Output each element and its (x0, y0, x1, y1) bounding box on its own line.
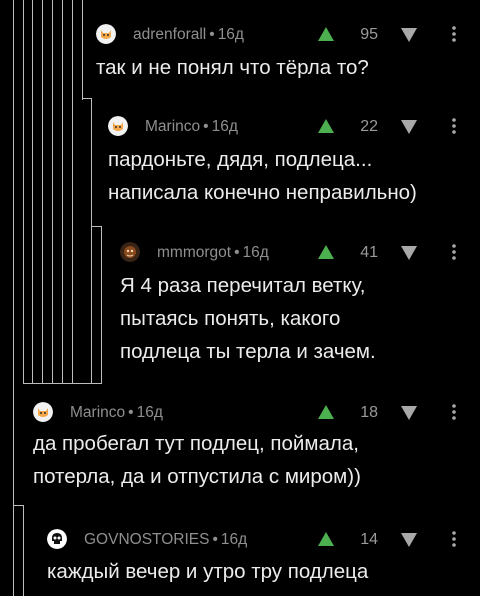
score: 95 (360, 26, 378, 43)
more-options-icon[interactable] (448, 115, 460, 137)
comment: Marinco • 16д 22 пардоньте, дядя, подлеца.… (108, 114, 480, 214)
author-name[interactable]: mmmorgot (157, 244, 231, 261)
upvote-button[interactable] (315, 25, 337, 43)
comment-meta: GOVNOSTORIES • 16д (84, 531, 247, 549)
upvote-button[interactable] (315, 403, 337, 421)
thread-line (72, 0, 73, 384)
comment-text-line: Я 4 раза перечитал ветку, (120, 274, 366, 297)
comment-header: Marinco • 16д 22 (108, 114, 480, 138)
downvote-arrow-icon (401, 246, 417, 260)
score: 18 (360, 404, 378, 421)
more-options-icon[interactable] (448, 401, 460, 423)
comment-header: adrenforall • 16д 95 (96, 22, 480, 46)
thread-line (101, 226, 102, 384)
score: 22 (360, 118, 378, 135)
thread-line (82, 0, 83, 100)
upvote-button[interactable] (315, 117, 337, 135)
cat-face-avatar-icon[interactable] (96, 24, 116, 44)
thread-line-connector (23, 383, 102, 384)
comment-text: каждый вечер и утро тру подлеца (47, 555, 460, 588)
score: 14 (360, 531, 378, 548)
thread-line (52, 0, 53, 384)
downvote-arrow-icon (401, 120, 417, 134)
downvote-button[interactable] (398, 26, 420, 44)
upvote-arrow-icon (318, 27, 334, 41)
thread-line (13, 0, 14, 596)
comment-meta: Marinco • 16д (145, 118, 238, 136)
score: 41 (360, 244, 378, 261)
thread-line-connector (13, 505, 24, 506)
comment: adrenforall • 16д 95 так и не понял что тё… (96, 22, 480, 92)
comment-text: пардоньте, дядя, подлеца... написала кон… (108, 143, 460, 209)
comment-text-line: каждый вечер и утро тру подлеца (47, 560, 369, 583)
cat-face-avatar-icon[interactable] (108, 116, 128, 136)
more-options-icon[interactable] (448, 23, 460, 45)
thread-line (23, 0, 24, 384)
comment-text: так и не понял что тёрла то? (96, 51, 460, 84)
comment-time: 16д (211, 118, 238, 135)
thread-line (42, 0, 43, 384)
skull-avatar-icon[interactable] (47, 529, 67, 549)
comment-text-line: написала конечно неправильно) (108, 181, 417, 204)
cat-face-avatar-icon[interactable] (33, 402, 53, 422)
thread-line-connector (82, 98, 92, 99)
comment-text-line: так и не понял что тёрла то? (96, 56, 369, 79)
comment-time: 16д (217, 26, 244, 43)
downvote-arrow-icon (401, 28, 417, 42)
upvote-arrow-icon (318, 405, 334, 419)
thread-line (32, 0, 33, 384)
meta-separator: • (209, 26, 215, 43)
comment: Marinco • 16д 18 да пробегал тут подлец, п… (33, 400, 480, 500)
meta-separator: • (234, 244, 240, 261)
downvote-button[interactable] (398, 244, 420, 262)
thread-line (23, 505, 24, 596)
comment-time: 16д (220, 531, 248, 548)
comment-header: GOVNOSTORIES • 16д 14 (47, 527, 480, 551)
comment-meta: mmmorgot • 16д (157, 244, 269, 262)
upvote-arrow-icon (318, 532, 334, 546)
thread-line-connector (91, 226, 102, 227)
comment-header: mmmorgot • 16д 41 (120, 240, 480, 264)
author-name[interactable]: Marinco (70, 404, 125, 421)
downvote-button[interactable] (398, 404, 420, 422)
comment-text-line: пардоньте, дядя, подлеца... (108, 148, 373, 171)
comment-time: 16д (242, 244, 269, 261)
more-options-icon[interactable] (448, 241, 460, 263)
author-name[interactable]: GOVNOSTORIES (84, 531, 209, 548)
comment-text: да пробегал тут подлец, поймала, потерла… (33, 427, 460, 493)
meta-separator: • (128, 404, 134, 421)
comment-meta: adrenforall • 16д (133, 26, 244, 44)
comment-text-line: потерла, да и отпустила с миром)) (33, 465, 361, 488)
comment-meta: Marinco • 16д (70, 404, 163, 422)
author-name[interactable]: adrenforall (133, 26, 206, 43)
meta-separator: • (212, 531, 218, 548)
downvote-arrow-icon (401, 406, 417, 420)
upvote-button[interactable] (315, 243, 337, 261)
upvote-arrow-icon (318, 119, 334, 133)
dark-face-avatar-icon[interactable] (120, 242, 140, 262)
comment: mmmorgot • 16д 41 Я 4 раза перечитал ветку… (120, 240, 480, 375)
downvote-button[interactable] (398, 531, 420, 549)
comment-text-line: да пробегал тут подлец, поймала, (33, 432, 359, 455)
thread-line (62, 0, 63, 384)
comment: GOVNOSTORIES • 16д 14 каждый вечер и утро … (47, 527, 480, 596)
comment-time: 16д (136, 404, 163, 421)
comment-header: Marinco • 16д 18 (33, 400, 480, 424)
comment-text-line: пытаясь понять, какого (120, 307, 341, 330)
upvote-button[interactable] (315, 530, 337, 548)
thread-line (91, 98, 92, 384)
more-options-icon[interactable] (448, 528, 460, 550)
downvote-button[interactable] (398, 118, 420, 136)
author-name[interactable]: Marinco (145, 118, 200, 135)
meta-separator: • (203, 118, 209, 135)
comment-text: Я 4 раза перечитал ветку, пытаясь понять… (120, 269, 460, 368)
downvote-arrow-icon (401, 533, 417, 547)
upvote-arrow-icon (318, 245, 334, 259)
comment-text-line: подлеца ты терла и зачем. (120, 340, 376, 363)
